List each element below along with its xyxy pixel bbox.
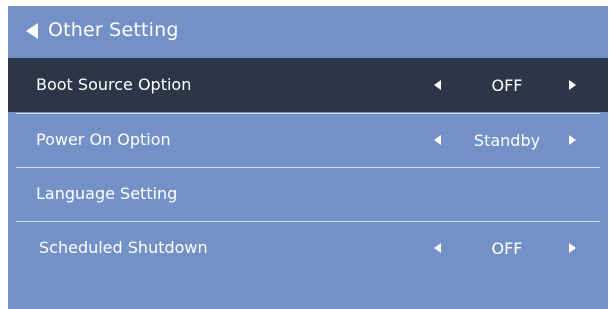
setting-value: OFF (491, 239, 523, 258)
setting-row-language-setting[interactable]: Language Setting (8, 167, 608, 221)
setting-label: Scheduled Shutdown (39, 238, 208, 257)
setting-label: Power On Option (36, 130, 171, 149)
previous-option-icon[interactable] (434, 243, 441, 253)
page-title: Other Setting (48, 19, 179, 41)
setting-value: OFF (491, 76, 523, 95)
setting-label: Language Setting (36, 184, 178, 203)
next-option-icon[interactable] (569, 80, 576, 90)
back-arrow-icon[interactable] (26, 23, 38, 39)
setting-row-scheduled-shutdown[interactable]: Scheduled Shutdown OFF (8, 221, 608, 275)
setting-row-boot-source-option[interactable]: Boot Source Option OFF (8, 58, 608, 112)
next-option-icon[interactable] (569, 243, 576, 253)
previous-option-icon[interactable] (434, 135, 441, 145)
previous-option-icon[interactable] (434, 80, 441, 90)
setting-row-power-on-option[interactable]: Power On Option Standby (8, 113, 608, 167)
header: Other Setting (8, 6, 608, 58)
setting-value: Standby (473, 131, 541, 150)
setting-label: Boot Source Option (36, 75, 192, 94)
settings-panel: Other Setting Boot Source Option OFF Pow… (8, 6, 608, 309)
next-option-icon[interactable] (569, 135, 576, 145)
